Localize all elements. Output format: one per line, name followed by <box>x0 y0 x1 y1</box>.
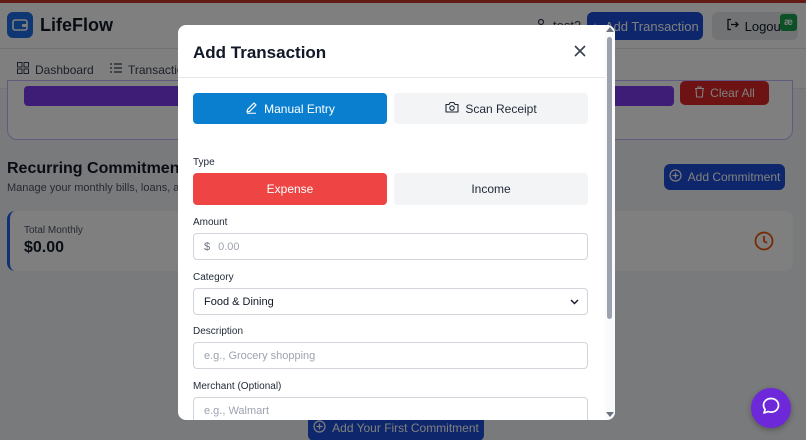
modal-scrollbar[interactable] <box>605 25 615 420</box>
amount-label: Amount <box>193 217 228 228</box>
pencil-icon <box>245 101 258 117</box>
chat-button[interactable] <box>751 388 791 428</box>
description-label: Description <box>193 326 244 337</box>
currency-prefix: $ <box>204 240 211 253</box>
merchant-label: Merchant (Optional) <box>193 381 282 392</box>
amount-placeholder: 0.00 <box>218 240 240 253</box>
scroll-down-arrow-icon[interactable] <box>606 412 614 417</box>
scroll-up-arrow-icon[interactable] <box>606 27 614 32</box>
camera-icon <box>445 101 459 116</box>
modal-title: Add Transaction <box>193 43 327 62</box>
description-field[interactable]: e.g., Grocery shopping <box>193 342 588 369</box>
add-transaction-modal: Add Transaction Manual Entry Scan Receip… <box>178 25 615 420</box>
chat-bubble-icon <box>761 396 781 421</box>
description-placeholder: e.g., Grocery shopping <box>204 349 316 362</box>
merchant-placeholder: e.g., Walmart <box>204 404 269 417</box>
manual-entry-label: Manual Entry <box>264 101 335 116</box>
expense-button[interactable]: Expense <box>193 173 387 205</box>
merchant-field[interactable]: e.g., Walmart <box>193 397 588 420</box>
chevron-down-icon <box>570 296 579 308</box>
amount-field[interactable]: $ 0.00 <box>193 233 588 260</box>
manual-entry-button[interactable]: Manual Entry <box>193 93 387 124</box>
type-label: Type <box>193 157 215 168</box>
category-label: Category <box>193 272 234 283</box>
category-value: Food & Dining <box>204 295 274 308</box>
scroll-thumb[interactable] <box>607 37 612 319</box>
modal-header: Add Transaction <box>178 25 615 78</box>
income-button[interactable]: Income <box>394 173 588 205</box>
scan-receipt-button[interactable]: Scan Receipt <box>394 93 588 124</box>
close-icon[interactable] <box>571 42 589 60</box>
scan-receipt-label: Scan Receipt <box>465 101 537 116</box>
category-select[interactable]: Food & Dining <box>193 288 588 315</box>
